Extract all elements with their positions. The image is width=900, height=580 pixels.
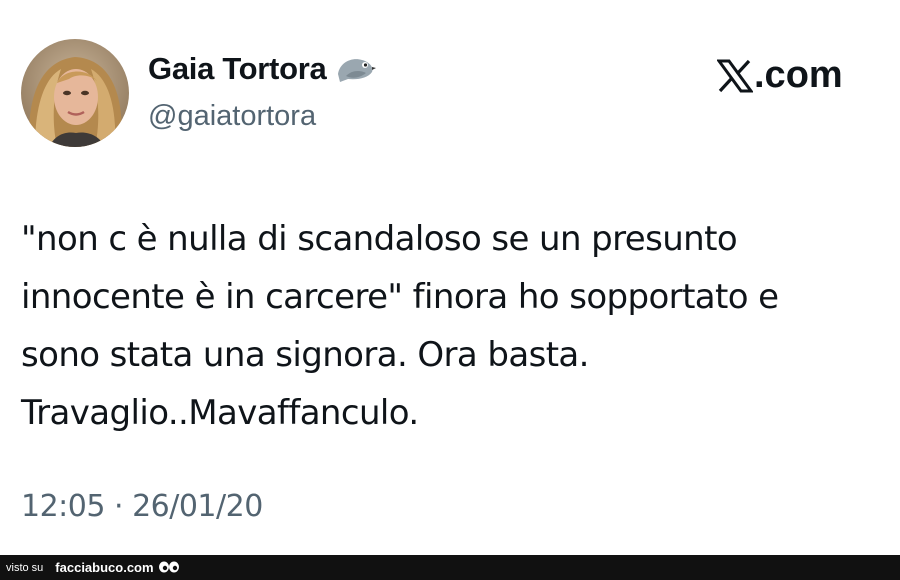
footer-prefix: visto su xyxy=(6,561,44,574)
tweet-text-line: innocente è in carcere" finora ho soppor… xyxy=(21,277,779,317)
tweet-text-line: "non c è nulla di scandaloso se un presu… xyxy=(21,219,738,259)
tweet-timestamp[interactable]: 12:05 · 26/01/20 xyxy=(21,489,263,524)
tweet-card: Gaia Tortora @gaiatortora .com "non c è … xyxy=(0,0,900,555)
eyes-icon xyxy=(158,561,180,575)
avatar[interactable] xyxy=(21,39,129,147)
author-handle[interactable]: @gaiatortora xyxy=(148,100,316,133)
watermark-footer: visto su facciabuco.com xyxy=(0,555,900,580)
tweet-text-line: sono stata una signora. Ora basta. xyxy=(21,335,589,375)
author-name[interactable]: Gaia Tortora xyxy=(148,51,327,87)
x-logo-icon xyxy=(716,59,754,93)
brand-mark: .com xyxy=(716,54,843,97)
tweet-text: "non c è nulla di scandaloso se un presu… xyxy=(21,210,881,442)
brand-label: .com xyxy=(754,54,843,96)
tweet-text-line: Travaglio..Mavaffanculo. xyxy=(21,393,419,433)
footer-site-logo: facciabuco.com xyxy=(55,560,154,575)
avatar-image xyxy=(21,39,129,147)
bird-emoji-icon xyxy=(332,52,377,86)
author-name-row: Gaia Tortora xyxy=(148,51,377,87)
